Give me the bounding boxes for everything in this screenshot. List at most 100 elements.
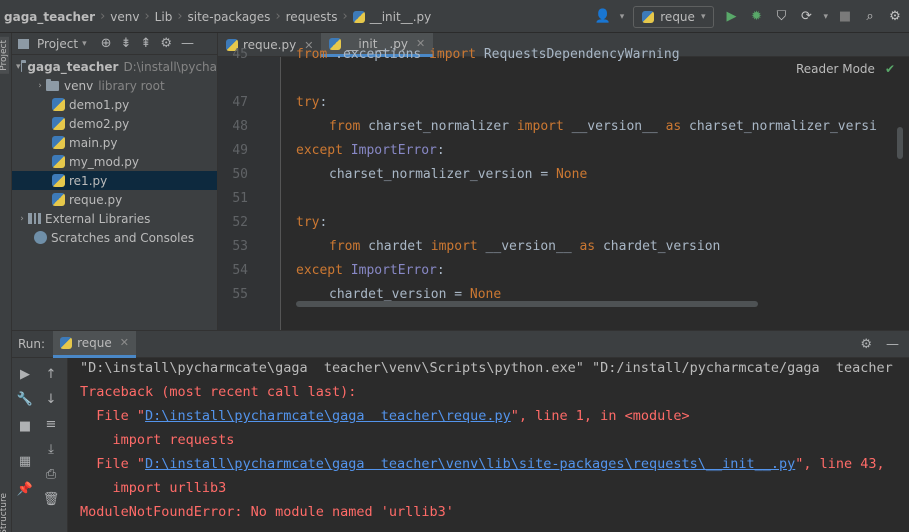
coverage-shield-icon[interactable]: ⛉ xyxy=(773,9,789,25)
navigation-bar: gaga_teacher › venv › Lib › site-package… xyxy=(0,0,909,33)
breadcrumb-venv[interactable]: venv xyxy=(110,10,139,24)
settings-gear-icon[interactable]: ⚙ xyxy=(860,337,872,352)
run-config-label: reque xyxy=(660,9,695,24)
wrench-icon[interactable]: 🔧 xyxy=(17,391,33,407)
run-toolbar: ▶ ↑ 🔧 ↓ ■ ≡ ⤓ ▦ ⎙ 📌 🗑 xyxy=(12,358,68,532)
tree-root-path: D:\install\pycha xyxy=(123,59,217,74)
python-file-icon xyxy=(60,336,73,349)
hide-minus-icon[interactable]: — xyxy=(181,36,194,51)
tree-item-main[interactable]: main.py xyxy=(12,133,217,152)
vertical-scrollbar[interactable] xyxy=(897,127,903,159)
line-number-gutter: 45 47 48 49 50 51 52 53 54 55 xyxy=(218,47,280,330)
tree-root[interactable]: ▾ gaga_teacher D:\install\pycha xyxy=(12,57,217,76)
console-output[interactable]: "D:\install\pycharmcate\gaga teacher\ven… xyxy=(80,358,909,532)
reader-mode-toggle[interactable]: Reader Mode ✔ xyxy=(787,57,895,81)
chevron-down-icon[interactable]: ▾ xyxy=(16,62,21,72)
reader-mode-label: Reader Mode xyxy=(795,62,875,76)
breadcrumb-init-file[interactable]: __init__.py xyxy=(370,10,432,24)
breadcrumb-lib[interactable]: Lib xyxy=(155,10,173,24)
collapse-all-icon[interactable]: ⇞ xyxy=(140,36,151,51)
tree-item-label: reque.py xyxy=(69,192,123,207)
breadcrumb-site-packages[interactable]: site-packages xyxy=(188,10,271,24)
tree-item-demo2[interactable]: demo2.py xyxy=(12,114,217,133)
tree-item-label: demo2.py xyxy=(69,116,130,131)
scratches-icon xyxy=(34,231,47,244)
tree-item-scratches[interactable]: Scratches and Consoles xyxy=(12,228,217,247)
chevron-down-icon[interactable]: ▾ xyxy=(620,12,625,22)
tree-item-reque[interactable]: reque.py xyxy=(12,190,217,209)
code-line[interactable]: except ImportError: xyxy=(296,139,445,163)
add-user-icon[interactable]: 👤 xyxy=(595,9,611,25)
search-icon[interactable]: ⌕ xyxy=(862,9,878,25)
tree-item-re1[interactable]: re1.py xyxy=(12,171,217,190)
toolbar-actions: 👤 ▾ reque ▾ ▶ ✹ ⛉ ⟳ ▾ ■ ⌕ ⚙ xyxy=(595,0,909,33)
code-line[interactable]: try: xyxy=(296,91,327,115)
tree-root-label: gaga_teacher xyxy=(27,59,119,74)
arrow-down-icon[interactable]: ↓ xyxy=(43,391,59,407)
tree-item-my-mod[interactable]: my_mod.py xyxy=(12,152,217,171)
chevron-right-icon: › xyxy=(100,9,106,24)
run-icon[interactable]: ▶ xyxy=(723,9,739,25)
chevron-right-icon[interactable]: › xyxy=(16,214,28,224)
print-icon[interactable]: ⎙ xyxy=(43,466,59,482)
tree-item-label: re1.py xyxy=(69,173,108,188)
close-icon[interactable]: ✕ xyxy=(120,336,129,349)
tree-item-label: Scratches and Consoles xyxy=(51,230,195,245)
code-line[interactable]: from .exceptions import RequestsDependen… xyxy=(296,43,680,67)
pin-icon[interactable]: 📌 xyxy=(17,481,33,497)
structure-tool-tab[interactable]: Structure xyxy=(0,493,9,532)
code-line[interactable]: charset_normalizer_version = None xyxy=(329,163,587,187)
gutter-divider xyxy=(280,57,281,330)
debug-bug-icon[interactable]: ✹ xyxy=(748,9,764,25)
arrow-up-icon[interactable]: ↑ xyxy=(43,366,59,382)
line-number: 48 xyxy=(232,119,248,134)
code-line[interactable]: from chardet import __version__ as chard… xyxy=(329,235,720,259)
tree-item-external-libraries[interactable]: › External Libraries xyxy=(12,209,217,228)
breadcrumb-requests[interactable]: requests xyxy=(286,10,338,24)
check-icon: ✔ xyxy=(884,62,895,76)
chevron-right-icon: › xyxy=(342,9,348,24)
file-link[interactable]: D:\install\pycharmcate\gaga teacher\venv… xyxy=(145,456,795,472)
file-link[interactable]: D:\install\pycharmcate\gaga teacher\requ… xyxy=(145,408,511,424)
line-number: 45 xyxy=(232,47,248,62)
stop-icon[interactable]: ■ xyxy=(17,418,33,434)
profiler-icon[interactable]: ⟳ xyxy=(798,9,814,25)
tab-label: reque.py xyxy=(243,38,297,52)
python-file-icon xyxy=(352,10,365,23)
soft-wrap-icon[interactable]: ≡ xyxy=(43,416,59,432)
settings-gear-icon[interactable]: ⚙ xyxy=(160,36,172,51)
trash-icon[interactable]: 🗑 xyxy=(43,491,60,507)
layout-grid-icon[interactable]: ▦ xyxy=(17,453,33,469)
folder-icon xyxy=(46,78,59,91)
code-line[interactable]: try: xyxy=(296,211,327,235)
python-file-icon xyxy=(52,174,65,187)
expand-all-icon[interactable]: ⇟ xyxy=(121,36,132,51)
code-line[interactable]: from charset_normalizer import __version… xyxy=(329,115,877,139)
horizontal-scrollbar[interactable] xyxy=(296,301,758,307)
console-line-command: "D:\install\pycharmcate\gaga teacher\ven… xyxy=(80,360,893,376)
chevron-down-icon[interactable]: ▾ xyxy=(823,12,828,22)
line-number: 52 xyxy=(232,215,248,230)
locate-crosshair-icon[interactable]: ⊕ xyxy=(101,36,112,51)
run-config-selector[interactable]: reque ▾ xyxy=(633,5,715,28)
hide-minus-icon[interactable]: — xyxy=(886,337,899,352)
scroll-to-end-icon[interactable]: ⤓ xyxy=(43,441,59,457)
project-tool-tab[interactable]: Project xyxy=(0,37,9,74)
chevron-right-icon[interactable]: › xyxy=(34,81,46,91)
project-panel-header: Project ▾ ⊕ ⇟ ⇞ ⚙ — xyxy=(12,33,217,55)
tree-item-label: main.py xyxy=(69,135,118,150)
stop-icon[interactable]: ■ xyxy=(837,9,853,25)
rerun-icon[interactable]: ▶ xyxy=(17,366,33,382)
chevron-down-icon[interactable]: ▾ xyxy=(82,39,87,49)
run-tab-reque[interactable]: reque ✕ xyxy=(53,330,136,358)
library-root-hint: library root xyxy=(98,78,165,93)
tree-item-demo1[interactable]: demo1.py xyxy=(12,95,217,114)
project-panel-title[interactable]: Project xyxy=(37,37,78,51)
tree-item-label: External Libraries xyxy=(45,211,151,226)
breadcrumb-project[interactable]: gaga_teacher xyxy=(4,10,95,24)
line-number: 50 xyxy=(232,167,248,182)
tree-item-venv[interactable]: › venv library root xyxy=(12,76,217,95)
settings-gear-icon[interactable]: ⚙ xyxy=(887,9,903,25)
code-line[interactable]: except ImportError: xyxy=(296,259,445,283)
console-line-import: import requests xyxy=(80,432,235,448)
